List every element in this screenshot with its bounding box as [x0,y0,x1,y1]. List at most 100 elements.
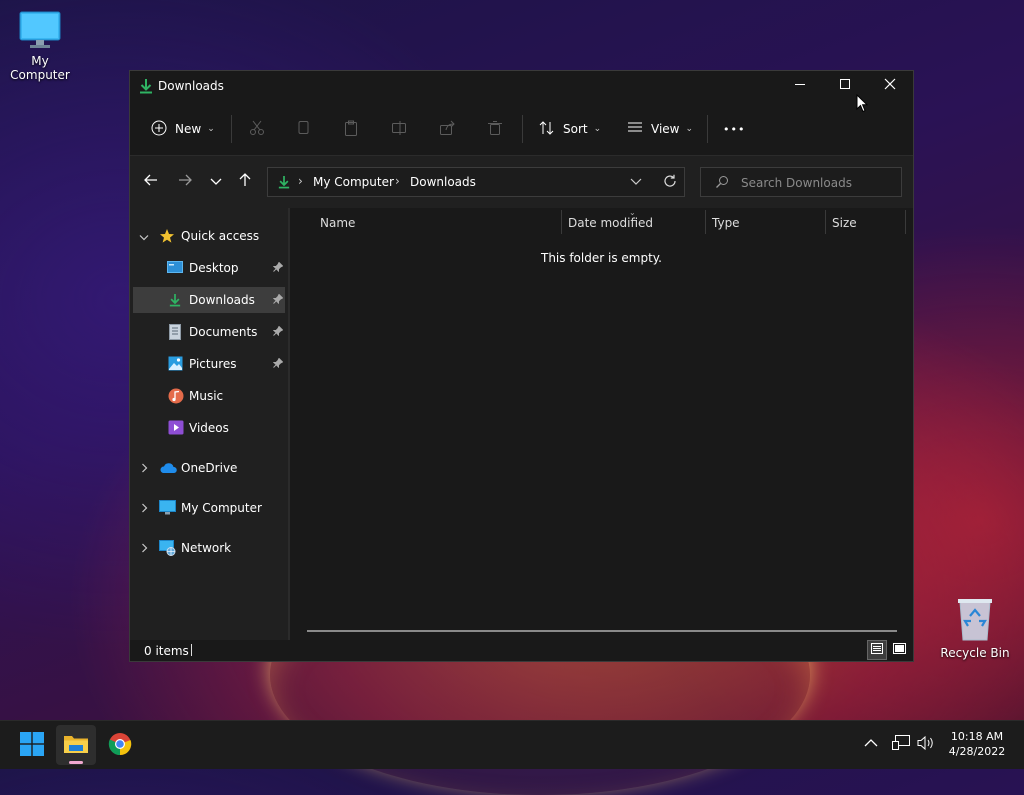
desktop-icon-label: My Computer [10,54,70,82]
scissors-icon [249,120,265,139]
network-status-button[interactable] [892,735,910,754]
sort-label: Sort [563,122,588,136]
file-list: Name ⌄ Date modified Type Size This fold… [290,208,913,640]
back-button[interactable] [138,168,164,196]
search-input[interactable] [739,174,893,192]
recent-locations-button[interactable] [203,168,229,196]
pin-icon [272,357,284,371]
column-header-name[interactable]: Name [320,216,355,230]
breadcrumb-my-computer[interactable]: My Computer [313,175,394,189]
close-icon [884,78,896,94]
pin-icon [272,325,284,339]
sidebar-item-videos[interactable]: Videos [133,415,285,441]
column-separator[interactable] [561,210,562,234]
more-options-button[interactable]: ••• [723,109,745,149]
view-label: View [651,122,680,136]
sidebar-item-onedrive[interactable]: OneDrive [133,455,285,481]
sidebar-item-network[interactable]: Network [133,535,285,561]
toolbar-separator [707,115,708,143]
refresh-button[interactable] [663,174,677,191]
search-icon [715,175,729,192]
cut-button[interactable] [249,109,265,149]
sidebar-item-documents[interactable]: Documents [133,319,285,345]
refresh-icon [663,174,677,191]
close-button[interactable] [867,71,913,101]
details-view-button[interactable] [867,640,887,660]
sidebar-item-pictures[interactable]: Pictures [133,351,285,377]
sidebar-item-desktop[interactable]: Desktop [133,255,285,281]
column-separator[interactable] [705,210,706,234]
chevron-down-icon: ⌄ [593,124,602,134]
picture-icon [168,356,183,374]
taskbar-file-explorer[interactable] [56,725,96,765]
network-monitor-icon [892,735,910,754]
navigation-bar: › My Computer › Downloads [130,155,913,208]
minimize-button[interactable] [777,71,823,101]
show-hidden-icons-button[interactable] [864,737,878,751]
copy-button[interactable] [296,109,312,149]
sidebar-item-my-computer[interactable]: My Computer [133,495,285,521]
column-header-size[interactable]: Size [832,216,857,230]
share-button[interactable] [439,109,455,149]
desktop-icon-recycle-bin[interactable]: Recycle Bin [935,596,1015,660]
sidebar-item-downloads[interactable]: Downloads [133,287,285,313]
taskbar: 10:18 AM 4/28/2022 [0,720,1024,769]
chevron-down-icon: ⌄ [685,124,694,134]
start-button[interactable] [12,725,52,765]
taskbar-chrome[interactable] [100,725,140,765]
status-bar: 0 items [130,640,913,661]
star-icon [159,228,175,247]
details-view-icon [871,643,883,657]
breadcrumb-separator: › [395,174,400,188]
column-separator[interactable] [905,210,906,234]
cloud-icon [159,462,177,477]
sort-button[interactable]: Sort ⌄ [539,109,601,149]
column-header-date-modified[interactable]: Date modified [568,216,653,230]
chevron-right-icon [141,462,149,476]
plus-circle-icon [151,120,167,139]
minimize-icon [794,78,806,94]
speaker-icon [917,735,935,754]
clock-time: 10:18 AM [950,730,1004,743]
sidebar-label: Quick access [181,229,260,243]
arrow-left-icon [144,173,158,191]
breadcrumb-downloads[interactable]: Downloads [410,175,476,189]
forward-button[interactable] [172,168,198,196]
clock[interactable]: 10:18 AM 4/28/2022 [940,729,1014,759]
copy-icon [296,120,312,139]
delete-button[interactable] [487,109,503,149]
mouse-cursor-icon [856,93,869,116]
desktop-icon-my-computer[interactable]: My Computer [0,10,80,82]
sidebar-quick-access[interactable]: Quick access [133,223,285,249]
paste-button[interactable] [343,109,359,149]
clock-date: 4/28/2022 [948,745,1006,758]
maximize-icon [839,78,851,94]
video-icon [168,420,184,438]
monitor-icon [18,10,62,50]
sidebar-item-music[interactable]: Music [133,383,285,409]
windows-logo-icon [20,731,44,759]
horizontal-scrollbar[interactable] [307,630,897,632]
navigation-pane: Quick access Desktop Downloads Documents… [130,208,288,640]
volume-button[interactable] [917,735,935,754]
rename-button[interactable] [391,109,407,149]
search-box[interactable] [700,167,902,197]
up-button[interactable] [232,168,258,196]
toolbar-separator [231,115,232,143]
view-button[interactable]: View ⌄ [627,109,693,149]
sidebar-label: Music [189,389,224,403]
new-button[interactable]: New ⌄ [151,109,215,149]
sidebar-label: Network [181,541,232,555]
tiles-view-icon [892,643,906,657]
pin-icon [272,261,284,275]
chrome-icon [108,732,132,759]
tiles-view-button[interactable] [889,640,909,660]
desktop-icon-label: Recycle Bin [940,646,1010,660]
address-bar[interactable]: › My Computer › Downloads [267,167,685,197]
column-header-type[interactable]: Type [712,216,740,230]
address-history-button[interactable] [630,176,642,190]
recycle-bin-icon [955,596,995,642]
column-separator[interactable] [825,210,826,234]
clipboard-icon [343,120,359,139]
title-bar[interactable]: Downloads [130,71,913,103]
